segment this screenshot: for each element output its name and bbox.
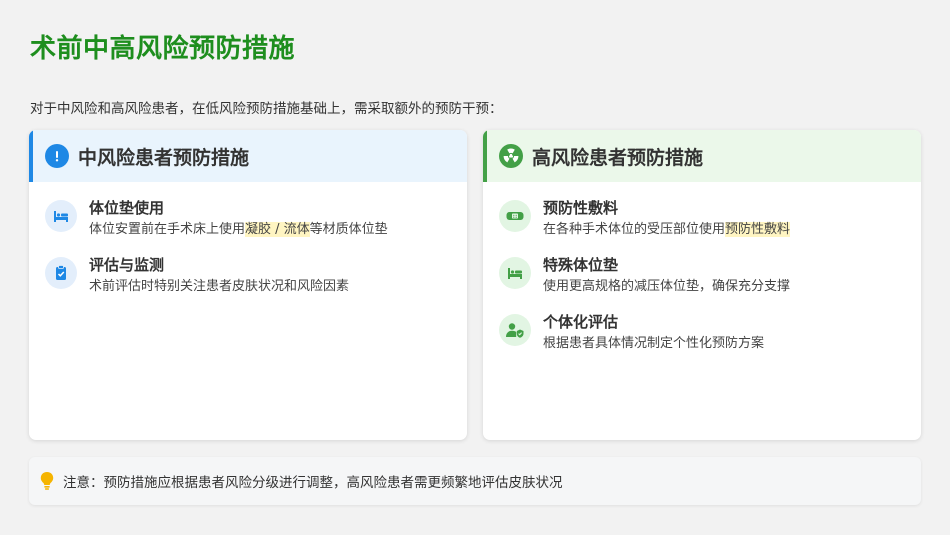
bandage-icon: [499, 200, 531, 232]
list-item: 个体化评估 根据患者具体情况制定个性化预防方案: [499, 312, 905, 353]
list-item: 预防性敷料 在各种手术体位的受压部位使用预防性敷料: [499, 198, 905, 239]
high-risk-card-header: 高风险患者预防措施: [483, 130, 921, 182]
bed-icon: [45, 200, 77, 232]
list-item: 特殊体位垫 使用更高规格的减压体位垫，确保充分支撑: [499, 255, 905, 296]
user-shield-icon: [499, 314, 531, 346]
medium-risk-card-header: 中风险患者预防措施: [29, 130, 467, 182]
item-title: 预防性敷料: [543, 199, 619, 217]
notice-text: 注意：预防措施应根据患者风险分级进行调整，高风险患者需更频繁地评估皮肤状况: [63, 475, 563, 491]
item-desc: 在各种手术体位的受压部位使用预防性敷料: [543, 220, 791, 239]
highlighted-text: 凝胶 / 流体: [245, 222, 310, 237]
highlighted-text: 预防性敷料: [725, 222, 791, 237]
item-desc: 使用更高规格的减压体位垫，确保充分支撑: [543, 279, 791, 294]
item-desc-text: 体位安置前在手术床上使用: [89, 222, 246, 237]
exclamation-icon: [45, 144, 69, 168]
notice-box: 注意：预防措施应根据患者风险分级进行调整，高风险患者需更频繁地评估皮肤状况: [29, 457, 921, 505]
item-desc: 术前评估时特别关注患者皮肤状况和风险因素: [89, 279, 350, 294]
item-title: 个体化评估: [543, 313, 619, 331]
intro-text: 对于中风险和高风险患者，在低风险预防措施基础上，需采取额外的预防干预：: [30, 101, 503, 117]
item-desc-text: 在各种手术体位的受压部位使用: [543, 222, 726, 237]
lightbulb-icon: [39, 471, 55, 491]
item-title: 特殊体位垫: [543, 256, 619, 274]
high-risk-card: 高风险患者预防措施 预防性敷料 在各种手术体位的受压部位使用预防性敷料 特殊体位…: [483, 130, 921, 440]
page-title: 术前中高风险预防措施: [30, 34, 296, 64]
item-desc-text: 等材质体位垫: [309, 222, 388, 237]
radiation-icon: [499, 144, 523, 168]
list-item: 体位垫使用 体位安置前在手术床上使用凝胶 / 流体等材质体位垫: [45, 198, 451, 239]
item-title: 体位垫使用: [89, 199, 165, 217]
bed-icon: [499, 257, 531, 289]
list-item: 评估与监测 术前评估时特别关注患者皮肤状况和风险因素: [45, 255, 451, 296]
clipboard-check-icon: [45, 257, 77, 289]
item-desc: 体位安置前在手术床上使用凝胶 / 流体等材质体位垫: [89, 220, 388, 239]
high-risk-card-title: 高风险患者预防措施: [532, 146, 704, 169]
item-desc: 根据患者具体情况制定个性化预防方案: [543, 336, 765, 351]
item-title: 评估与监测: [89, 256, 165, 274]
medium-risk-card-title: 中风险患者预防措施: [78, 146, 250, 169]
medium-risk-card: 中风险患者预防措施 体位垫使用 体位安置前在手术床上使用凝胶 / 流体等材质体位…: [29, 130, 467, 440]
